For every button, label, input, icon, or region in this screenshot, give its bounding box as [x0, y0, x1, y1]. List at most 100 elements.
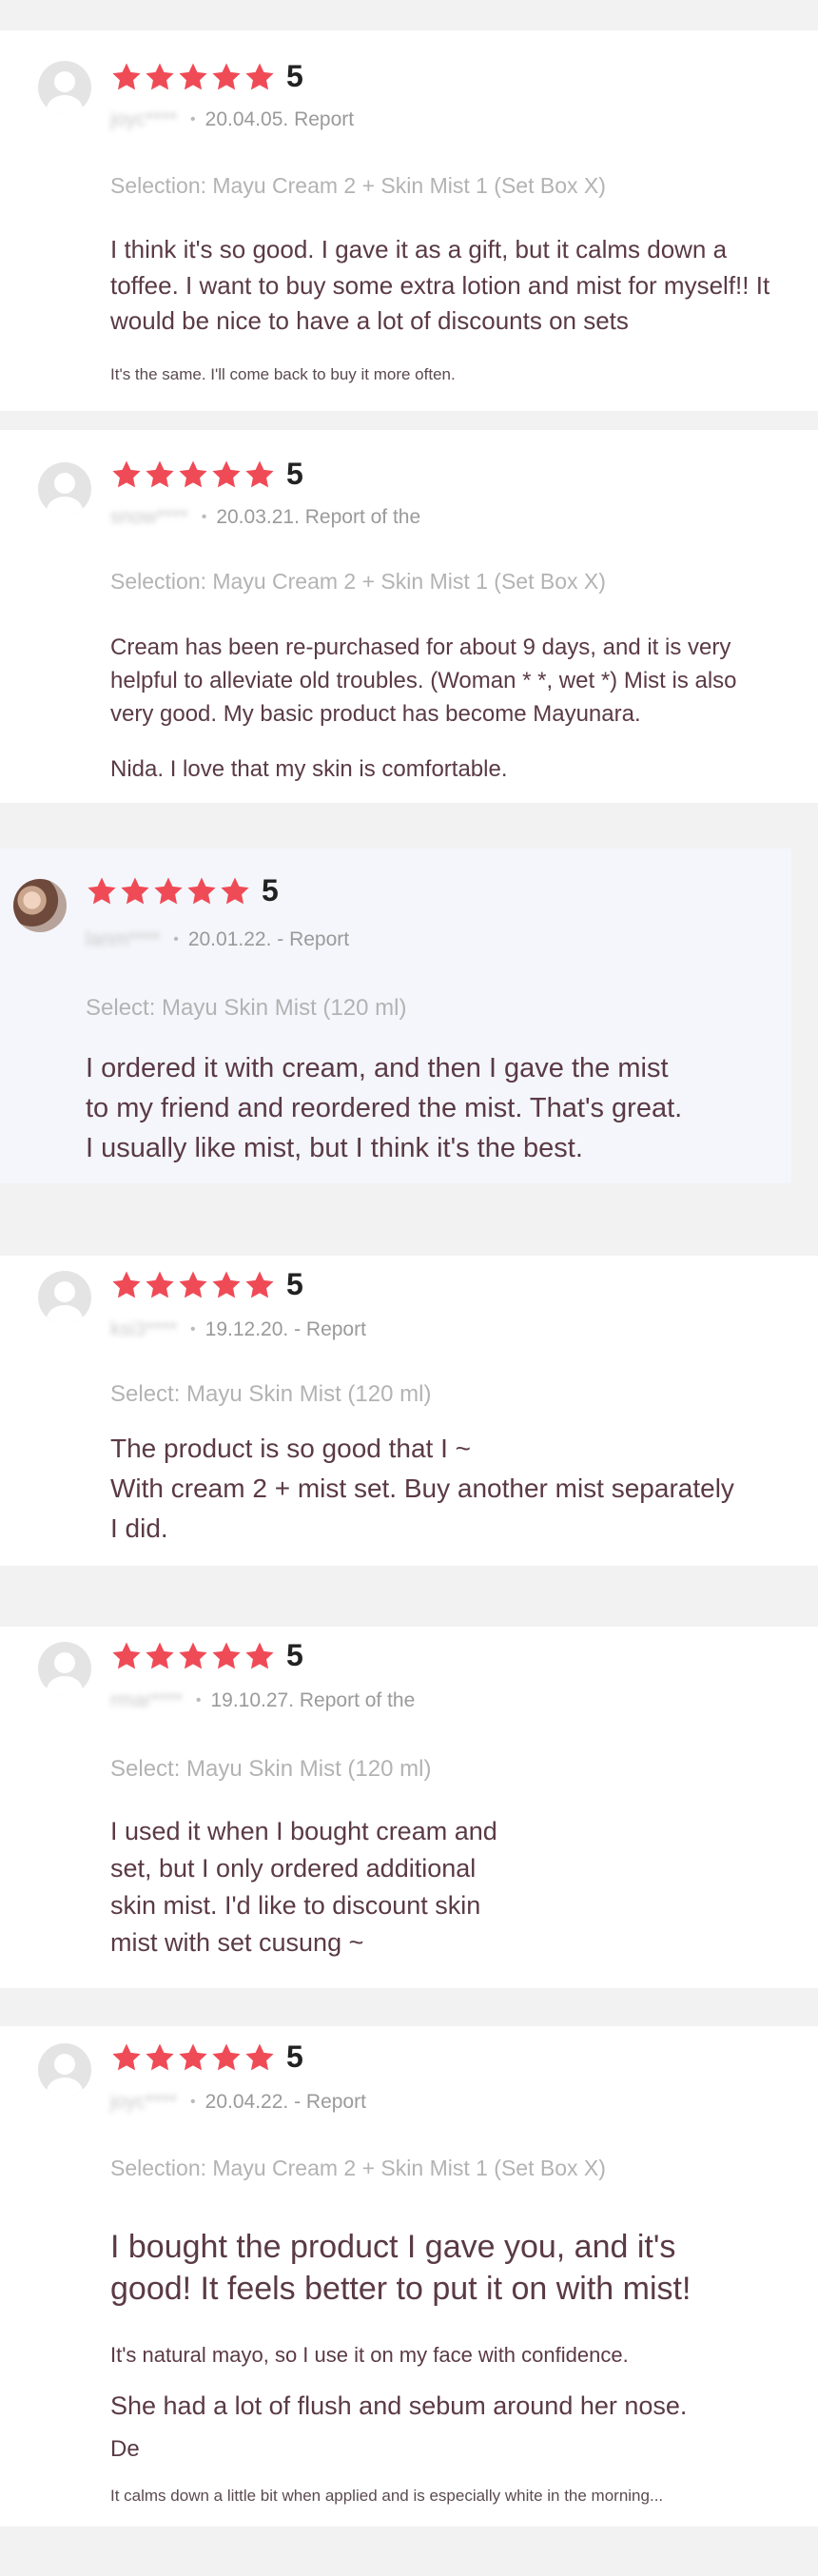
star-icon — [177, 459, 209, 491]
review-card: 5 joyc**** • 20.04.22. - Report Selectio… — [0, 2026, 818, 2527]
star-icon — [210, 1640, 243, 1672]
review-card: 5 lanm**** • 20.01.22. - Report Select: … — [0, 849, 791, 1183]
star-icon — [110, 459, 143, 491]
review-extra: Nida. I love that my skin is comfortable… — [110, 756, 508, 782]
report-link[interactable]: 19.10.27. Report of the — [210, 1689, 415, 1712]
username: snow**** — [110, 506, 188, 528]
separator-dot: • — [195, 1692, 202, 1708]
review-body: Cream has been re-purchased for about 9 … — [110, 634, 737, 727]
star-icon — [144, 2041, 176, 2074]
review-extra: It's the same. I'll come back to buy it … — [110, 365, 456, 383]
review-line: I used it when I bought cream and — [110, 1817, 497, 1845]
avatar — [38, 1642, 91, 1695]
rating-score: 5 — [286, 2039, 303, 2074]
rating-score: 5 — [286, 457, 303, 491]
separator-dot: • — [190, 1321, 196, 1337]
star-icon — [210, 2041, 243, 2074]
review-line: She had a lot of flush and sebum around … — [110, 2391, 688, 2420]
option-selection: Select: Mayu Skin Mist (120 ml) — [110, 1381, 432, 1407]
separator-dot: • — [201, 509, 207, 525]
star-icon — [110, 1640, 143, 1672]
review-line: With cream 2 + mist set. Buy another mis… — [110, 1473, 734, 1503]
review-body: I think it's so good. I gave it as a gif… — [110, 235, 770, 336]
separator-dot: • — [173, 931, 179, 947]
review-line: skin mist. I'd like to discount skin — [110, 1891, 481, 1921]
review-body: The product is so good that I ~ With cre… — [110, 1429, 795, 1549]
review-body: I bought the product I gave you, and it'… — [110, 2226, 795, 2310]
star-rating: 5 — [110, 457, 303, 492]
review-line: to my friend and reordered the mist. Tha… — [86, 1093, 683, 1124]
report-link[interactable]: 20.04.05. Report — [205, 108, 354, 131]
avatar — [38, 2043, 91, 2097]
review-meta: joyc**** • 20.04.22. - Report — [110, 2091, 366, 2114]
avatar — [38, 61, 91, 114]
review-meta: joyc**** • 20.04.05. Report — [110, 108, 354, 131]
review-line: It's natural mayo, so I use it on my fac… — [110, 2343, 629, 2367]
star-rating: 5 — [86, 873, 279, 908]
rating-score: 5 — [286, 1267, 303, 1301]
star-icon — [210, 61, 243, 93]
star-icon — [177, 61, 209, 93]
review-card: 5 joyc**** • 20.04.05. Report Selection:… — [0, 30, 818, 411]
separator-dot: • — [190, 111, 196, 127]
review-line: good! It feels better to put it on with … — [110, 2271, 691, 2308]
star-icon — [177, 1640, 209, 1672]
avatar — [13, 879, 67, 932]
review-line: The product is so good that I ~ — [110, 1434, 472, 1463]
review-line: It calms down a little bit when applied … — [110, 2487, 664, 2505]
option-selection: Selection: Mayu Cream 2 + Skin Mist 1 (S… — [110, 569, 606, 594]
star-icon — [152, 875, 185, 907]
star-icon — [110, 2041, 143, 2074]
report-link[interactable]: 20.03.21. Report of the — [216, 506, 420, 529]
star-icon — [119, 875, 151, 907]
username: lanm**** — [86, 928, 161, 950]
rating-score: 5 — [286, 59, 303, 93]
star-icon — [86, 875, 118, 907]
star-icon — [177, 1269, 209, 1301]
review-card: 5 rmar**** • 19.10.27. Report of the Sel… — [0, 1627, 818, 1988]
star-icon — [177, 2041, 209, 2074]
rating-score: 5 — [286, 1638, 303, 1672]
review-body: I used it when I bought cream and set, b… — [110, 1813, 776, 1962]
star-icon — [219, 875, 251, 907]
star-icon — [144, 1269, 176, 1301]
star-icon — [243, 2041, 276, 2074]
rating-score: 5 — [262, 873, 279, 907]
review-line: mist with set cusung ~ — [110, 1928, 364, 1958]
review-line: De — [110, 2436, 140, 2462]
username: joyc**** — [110, 108, 178, 130]
option-selection: Selection: Mayu Cream 2 + Skin Mist 1 (S… — [110, 2156, 606, 2180]
star-icon — [243, 1640, 276, 1672]
review-meta: snow**** • 20.03.21. Report of the — [110, 506, 420, 529]
report-link[interactable]: 19.12.20. - Report — [205, 1318, 366, 1341]
review-meta: lanm**** • 20.01.22. - Report — [86, 928, 349, 951]
star-icon — [210, 459, 243, 491]
star-rating: 5 — [110, 1638, 303, 1673]
option-selection: Select: Mayu Skin Mist (120 ml) — [110, 1756, 432, 1782]
star-icon — [110, 1269, 143, 1301]
review-card: 5 snow**** • 20.03.21. Report of the Sel… — [0, 430, 818, 803]
username: joyc**** — [110, 2091, 178, 2113]
review-line: I usually like mist, but I think it's th… — [86, 1133, 583, 1164]
review-body: I ordered it with cream, and then I gave… — [86, 1048, 770, 1168]
star-icon — [243, 61, 276, 93]
avatar — [38, 462, 91, 516]
avatar — [38, 1271, 91, 1324]
star-rating: 5 — [110, 1267, 303, 1302]
review-line: I ordered it with cream, and then I gave… — [86, 1053, 669, 1083]
star-icon — [144, 1640, 176, 1672]
review-meta: rmar**** • 19.10.27. Report of the — [110, 1689, 415, 1712]
report-link[interactable]: 20.01.22. - Report — [188, 928, 349, 951]
option-selection: Select: Mayu Skin Mist (120 ml) — [86, 995, 407, 1021]
review-meta: ksi3**** • 19.12.20. - Report — [110, 1318, 366, 1341]
separator-dot: • — [190, 2094, 196, 2110]
review-card: 5 ksi3**** • 19.12.20. - Report Select: … — [0, 1256, 818, 1566]
review-line: set, but I only ordered additional — [110, 1854, 477, 1883]
report-link[interactable]: 20.04.22. - Report — [205, 2091, 366, 2114]
username: rmar**** — [110, 1689, 183, 1711]
star-icon — [144, 61, 176, 93]
star-rating: 5 — [110, 2039, 303, 2075]
star-icon — [185, 875, 218, 907]
star-icon — [210, 1269, 243, 1301]
option-selection: Selection: Mayu Cream 2 + Skin Mist 1 (S… — [110, 173, 606, 198]
